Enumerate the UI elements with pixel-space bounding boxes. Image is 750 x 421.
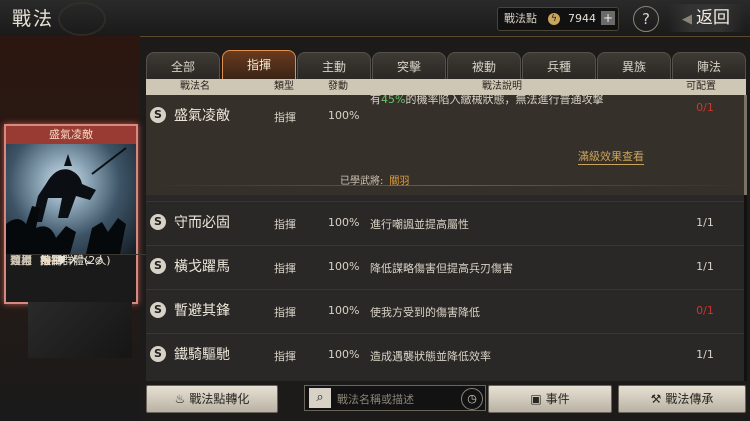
tactic-points-label: 戰法點: [504, 12, 537, 25]
s-rank-badge: S: [150, 302, 166, 318]
skill-type: 指揮: [274, 218, 296, 231]
skill-rate: 100%: [328, 260, 360, 273]
tab-formation[interactable]: 陣法: [672, 52, 746, 79]
cavalry-charge-illustration: [6, 147, 127, 254]
flame-icon: ♨: [174, 392, 186, 406]
magnifier-icon[interactable]: ⌕: [309, 388, 331, 408]
add-points-button[interactable]: +: [601, 11, 615, 25]
tab-all[interactable]: 全部: [146, 52, 220, 79]
skill-allocation: 1/1: [696, 348, 714, 361]
tab-active[interactable]: 主動: [297, 52, 371, 79]
help-button[interactable]: ?: [633, 6, 659, 32]
skill-name: 守而必固: [174, 215, 230, 231]
skill-rate: 100%: [328, 216, 360, 229]
skill-name: 暫避其鋒: [174, 303, 230, 319]
table-row-expanded[interactable]: S 盛氣凌敵 指揮 100% 有45%的機率陷入繳械狀態，無法進行普通攻擊 0/…: [146, 95, 746, 195]
column-header-type: 類型: [274, 81, 294, 92]
skill-rate: 100%: [328, 348, 360, 361]
table-row[interactable]: S 守而必固 指揮 100% 進行嘲諷並提高屬性 1/1: [146, 201, 746, 242]
skill-description: 造成遇襲狀態並降低效率: [370, 350, 491, 363]
s-rank-badge: S: [150, 214, 166, 230]
search-box: ⌕ ◷: [304, 385, 486, 411]
skill-name: 鐵騎驅馳: [174, 347, 230, 363]
column-header-rate: 發動: [328, 81, 348, 92]
back-button-label: 返回: [696, 8, 730, 28]
card-skill-name: 盛氣凌敵: [6, 126, 136, 144]
clock-icon[interactable]: ◷: [461, 388, 483, 410]
convert-points-label: 戰法點轉化: [189, 392, 250, 406]
inherit-tactic-label: 戰法傳承: [665, 392, 714, 406]
events-label: 事件: [545, 392, 570, 406]
card-info-key: 目標: [10, 254, 32, 267]
chevron-left-icon: ◀: [682, 12, 692, 27]
secondary-card-preview: [28, 302, 132, 358]
tactic-points-display: 戰法點 ϟ 7944 +: [497, 7, 619, 31]
table-header: 戰法名 類型 發動 戰法說明 可配置: [146, 79, 746, 95]
skill-allocation: 1/1: [696, 260, 714, 273]
top-bar: 戰法 戰法點 ϟ 7944 + ? ◀ 返回: [0, 0, 750, 37]
tactic-points-value: 7944: [568, 12, 596, 25]
skill-allocation: 0/1: [696, 101, 714, 114]
tab-passive[interactable]: 被動: [447, 52, 521, 79]
title-ornament: [58, 2, 106, 36]
table-row[interactable]: S 橫戈躍馬 指揮 100% 降低謀略傷害但提高兵刃傷害 1/1: [146, 245, 746, 286]
s-rank-badge: S: [150, 107, 166, 123]
inherit-tactic-button[interactable]: ⚒ 戰法傳承: [618, 385, 746, 413]
table-row[interactable]: S 鐵騎驅馳 指揮 100% 造成遇襲狀態並降低效率 1/1: [146, 333, 746, 374]
skill-rate: 100%: [328, 304, 360, 317]
skill-type: 指揮: [274, 306, 296, 319]
tab-command[interactable]: 指揮: [222, 50, 296, 79]
tab-assault[interactable]: 突擊: [372, 52, 446, 79]
description-text: 有: [370, 95, 381, 106]
scroll-icon: ▣: [530, 392, 542, 406]
column-header-name: 戰法名: [180, 81, 210, 92]
description-text: 的機率陷入繳械狀態，無法進行普通攻擊: [405, 95, 604, 106]
lightning-coin-icon: ϟ: [548, 13, 560, 25]
description-highlight: 45%: [381, 95, 406, 106]
skill-description: 使我方受到的傷害降低: [370, 306, 480, 319]
full-effect-link[interactable]: 滿級效果查看: [578, 148, 644, 165]
scrollbar-thumb[interactable]: [744, 95, 747, 195]
card-info-value: 敵軍群體(2人): [40, 254, 111, 267]
skill-type: 指揮: [274, 111, 296, 124]
convert-points-button[interactable]: ♨ 戰法點轉化: [146, 385, 278, 413]
skill-allocation: 1/1: [696, 216, 714, 229]
skill-list[interactable]: S 盛氣凌敵 指揮 100% 有45%的機率陷入繳械狀態，無法進行普通攻擊 0/…: [146, 95, 746, 381]
column-header-description: 戰法說明: [482, 81, 522, 92]
skill-name: 橫戈躍馬: [174, 259, 230, 275]
card-artwork: [6, 144, 136, 254]
skill-allocation: 0/1: [696, 304, 714, 317]
hammer-icon: ⚒: [650, 392, 662, 406]
page-title: 戰法: [12, 8, 55, 30]
tab-troop-type[interactable]: 兵種: [522, 52, 596, 79]
skill-type: 指揮: [274, 262, 296, 275]
skill-description: 降低謀略傷害但提高兵刃傷害: [370, 262, 513, 275]
list-scrollbar[interactable]: [744, 95, 747, 381]
events-button[interactable]: ▣ 事件: [488, 385, 612, 413]
search-input[interactable]: [335, 388, 461, 410]
s-rank-badge: S: [150, 258, 166, 274]
s-rank-badge: S: [150, 346, 166, 362]
skill-rate: 100%: [328, 109, 360, 122]
skill-description: 進行嘲諷並提高屬性: [370, 218, 469, 231]
category-tabs: 全部 指揮 主動 突擊 被動 兵種 異族 陣法: [146, 50, 746, 79]
back-button[interactable]: ◀ 返回: [668, 4, 744, 32]
tab-foreign[interactable]: 異族: [597, 52, 671, 79]
skill-description: 有45%的機率陷入繳械狀態，無法進行普通攻擊: [370, 95, 603, 107]
column-header-allocation: 可配置: [686, 81, 716, 92]
skill-name: 盛氣凌敵: [174, 108, 230, 124]
skill-type: 指揮: [274, 350, 296, 363]
table-row[interactable]: S 暫避其鋒 指揮 100% 使我方受到的傷害降低 0/1: [146, 289, 746, 330]
divider: [146, 185, 746, 186]
selected-skill-card[interactable]: 盛氣凌敵 適用 🐎 ⛊ ✗ ↘ ⊛ 類型 指揮 效果 控制 目標 敵軍群體(2人): [4, 124, 610, 304]
